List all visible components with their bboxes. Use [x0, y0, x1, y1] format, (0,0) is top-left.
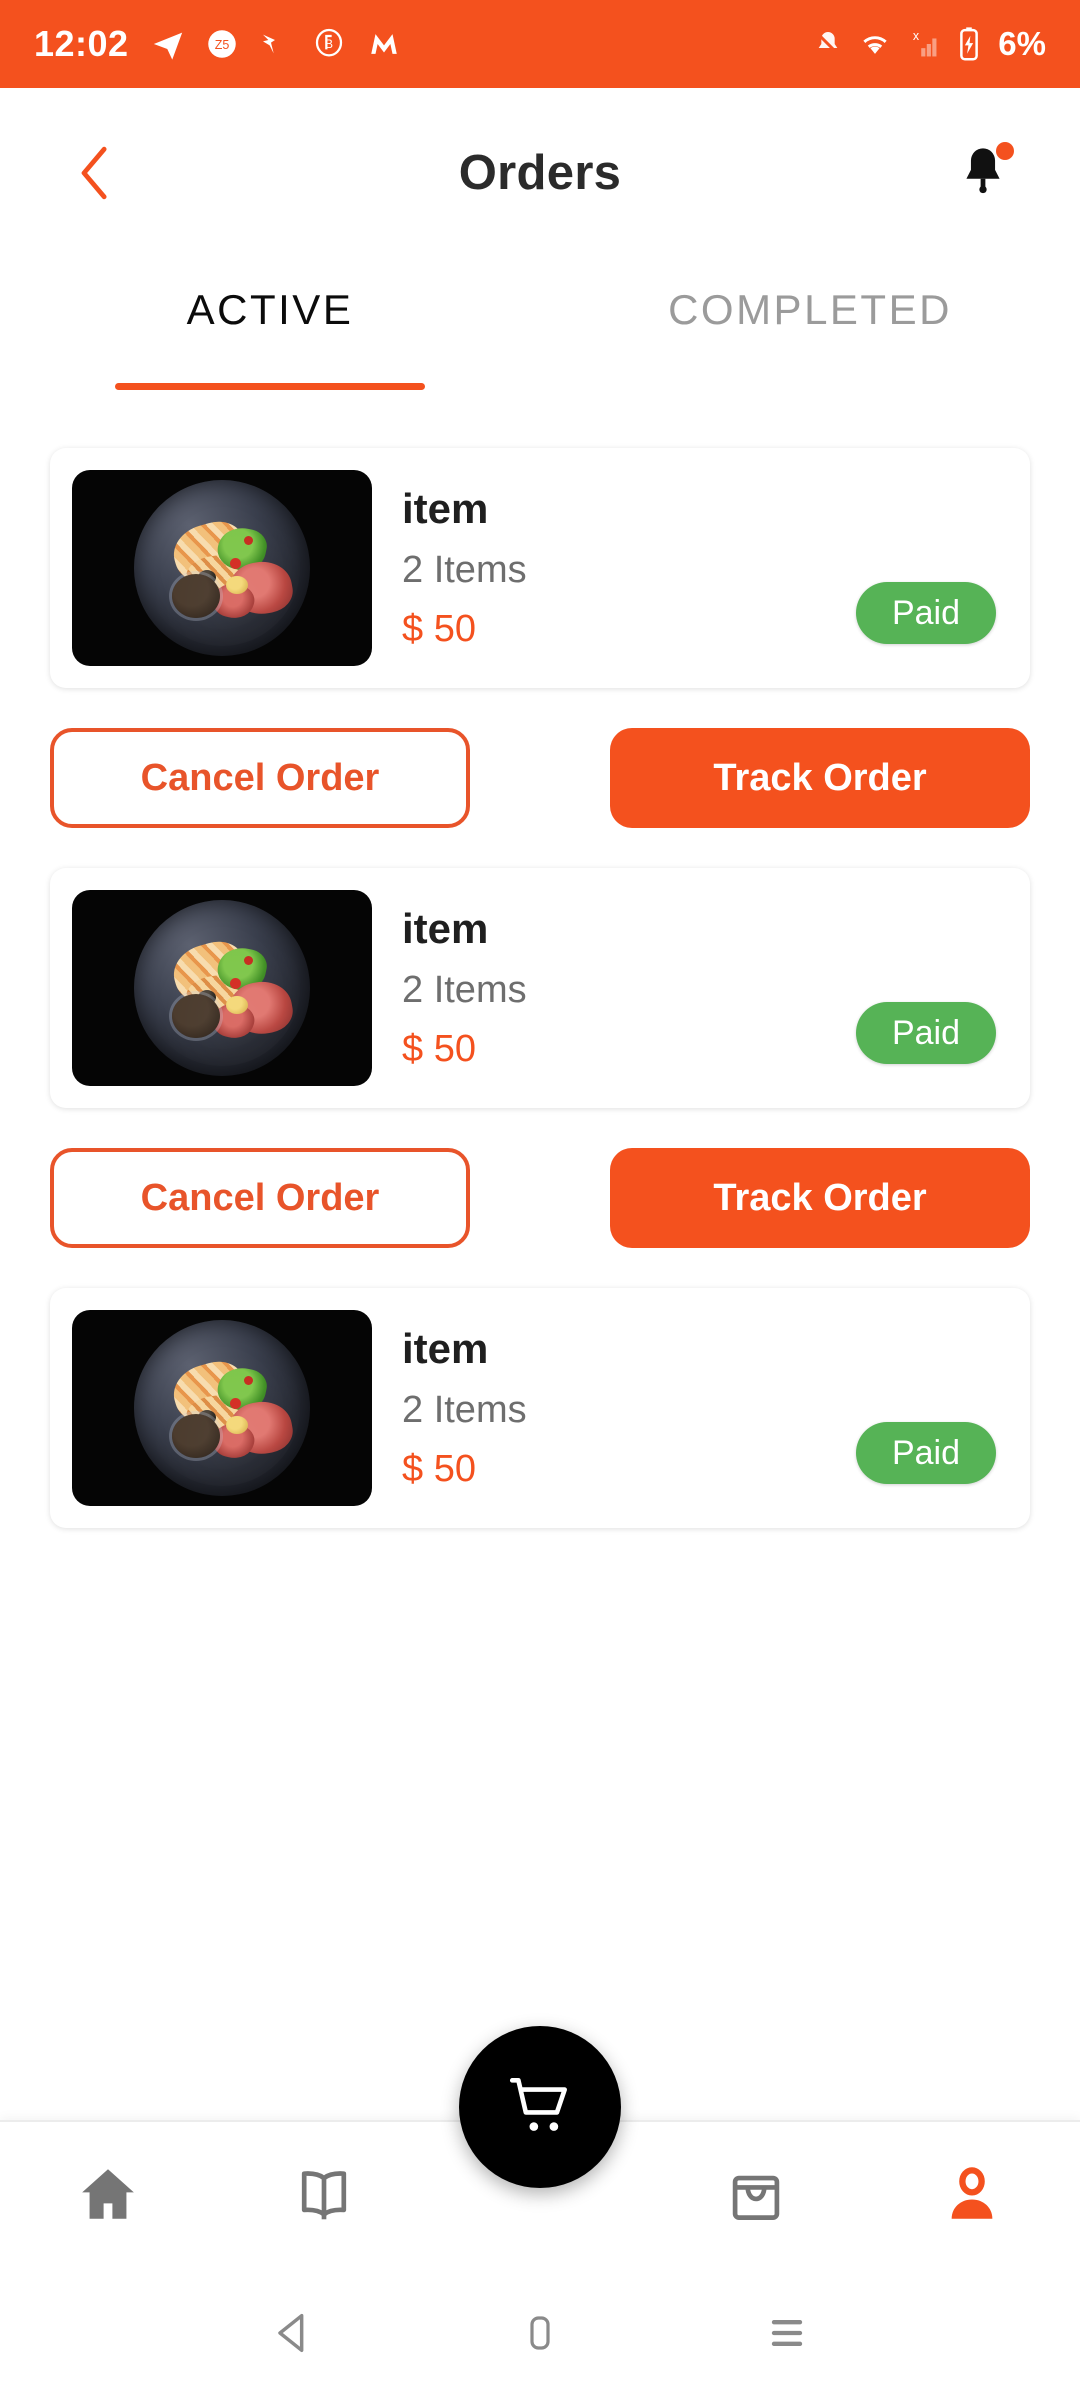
order-thumbnail	[72, 470, 372, 666]
track-order-button[interactable]: Track Order	[610, 728, 1030, 828]
tab-active[interactable]: ACTIVE	[0, 258, 540, 408]
order-card[interactable]: item 2 Items $ 50 Paid	[50, 868, 1030, 1108]
svg-text:B: B	[325, 37, 333, 51]
page-title: Orders	[458, 146, 622, 200]
status-bar: 12:02 Z5 B x 6%	[0, 0, 1080, 88]
b-badge-icon: B	[313, 28, 345, 60]
tab-completed-label: COMPLETED	[668, 286, 952, 333]
status-bar-clock: 12:02	[34, 23, 129, 64]
order-block: item 2 Items $ 50 Paid	[50, 1288, 1030, 1528]
order-card[interactable]: item 2 Items $ 50 Paid	[50, 448, 1030, 688]
back-button[interactable]	[60, 138, 130, 208]
battery-percent-label: 6%	[998, 25, 1046, 62]
system-recents-button[interactable]	[742, 2290, 832, 2380]
order-item-name: item	[402, 1325, 489, 1372]
shopping-cart-icon	[503, 2068, 577, 2147]
nav-item-orders-bag[interactable]	[648, 2122, 864, 2270]
bell-muted-icon	[812, 28, 844, 60]
tab-active-indicator	[115, 383, 425, 390]
order-actions: Cancel Order Track Order	[50, 1148, 1030, 1248]
cancel-order-button[interactable]: Cancel Order	[50, 728, 470, 828]
battery-charging-icon	[956, 26, 982, 62]
food-plate-image	[134, 1320, 310, 1496]
zee5-icon: Z5	[207, 29, 237, 59]
order-block: item 2 Items $ 50 Paid Cancel Order Trac…	[50, 868, 1030, 1248]
svg-text:x: x	[913, 29, 920, 43]
bird-app-icon	[259, 28, 291, 60]
menu-lines-icon	[761, 2307, 813, 2364]
shopping-bag-icon	[723, 2161, 789, 2232]
order-actions: Cancel Order Track Order	[50, 728, 1030, 828]
track-order-button[interactable]: Track Order	[610, 1148, 1030, 1248]
nav-item-profile[interactable]	[864, 2122, 1080, 2270]
cancel-order-button[interactable]: Cancel Order	[50, 1148, 470, 1248]
cart-fab-button[interactable]	[459, 2026, 621, 2188]
triangle-back-icon	[267, 2307, 319, 2364]
notification-dot	[996, 142, 1014, 160]
system-home-button[interactable]	[495, 2290, 585, 2380]
m-app-icon	[367, 27, 401, 61]
nav-item-home[interactable]	[0, 2122, 216, 2270]
person-icon	[939, 2161, 1005, 2232]
status-badge: Paid	[855, 1002, 996, 1064]
notification-button[interactable]	[946, 136, 1020, 210]
wifi-icon	[858, 27, 892, 61]
signal-no-sim-icon: x	[906, 27, 942, 61]
order-item-name: item	[402, 485, 489, 532]
orders-tab-bar: ACTIVE COMPLETED	[0, 258, 1080, 408]
status-bar-left: 12:02 Z5 B	[34, 23, 401, 65]
tab-completed[interactable]: COMPLETED	[540, 258, 1080, 408]
tab-active-label: ACTIVE	[186, 286, 354, 333]
food-plate-image	[134, 480, 310, 656]
food-plate-image	[134, 900, 310, 1076]
svg-text:Z5: Z5	[214, 38, 229, 52]
home-square-icon	[516, 2309, 564, 2362]
telegram-icon	[151, 27, 185, 61]
nav-item-menu-book[interactable]	[216, 2122, 432, 2270]
book-icon	[291, 2161, 357, 2232]
status-badge: Paid	[855, 1422, 996, 1484]
android-system-nav	[0, 2270, 1080, 2400]
system-back-button[interactable]	[248, 2290, 338, 2380]
orders-list[interactable]: item 2 Items $ 50 Paid Cancel Order Trac…	[0, 408, 1080, 2120]
app-header: Orders	[0, 88, 1080, 258]
home-icon	[75, 2161, 141, 2232]
status-bar-right: x 6%	[812, 25, 1046, 63]
order-card[interactable]: item 2 Items $ 50 Paid	[50, 1288, 1030, 1528]
status-badge: Paid	[855, 582, 996, 644]
order-item-name: item	[402, 905, 489, 952]
order-thumbnail	[72, 890, 372, 1086]
order-block: item 2 Items $ 50 Paid Cancel Order Trac…	[50, 448, 1030, 828]
order-thumbnail	[72, 1310, 372, 1506]
